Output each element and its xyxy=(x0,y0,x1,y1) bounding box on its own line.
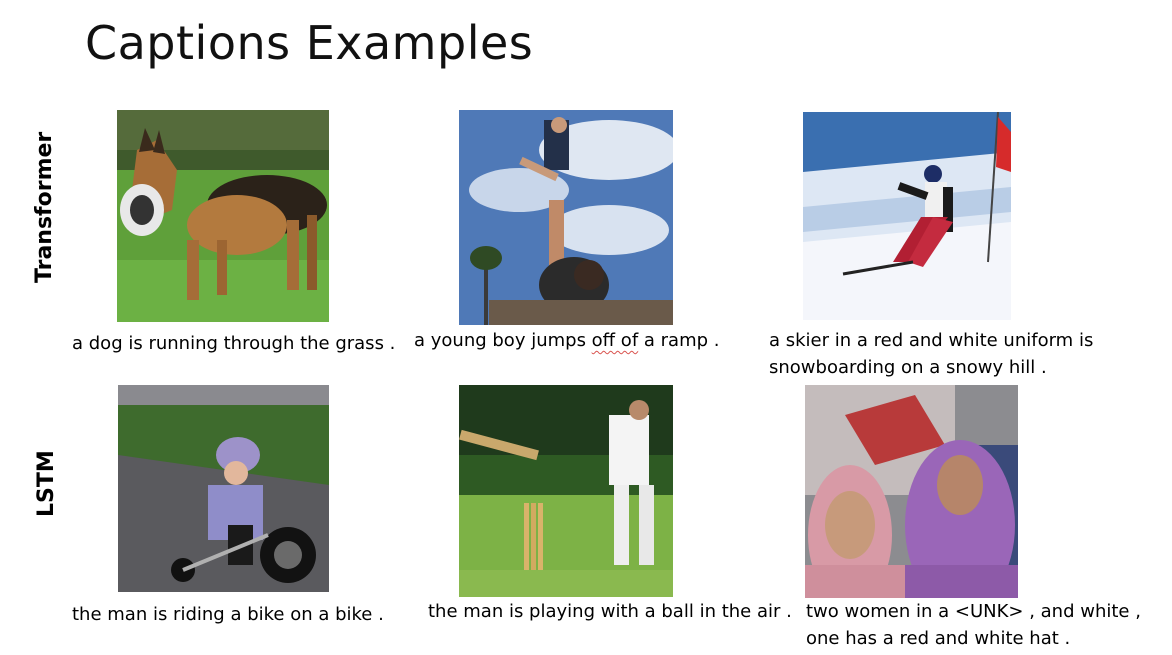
caption-line: two women in a <UNK> , and white , xyxy=(806,601,1141,622)
caption-lstm-bike: the man is riding a bike on a bike . xyxy=(72,604,384,625)
slide-title: Captions Examples xyxy=(85,16,534,70)
skier-photo xyxy=(803,112,1011,320)
caption-lstm-women: two women in a <UNK> , and white , one h… xyxy=(806,598,1141,652)
caption-lstm-cricket: the man is playing with a ball in the ai… xyxy=(428,601,792,622)
row-label-lstm: LSTM xyxy=(34,450,59,517)
caption-transformer-skier: a skier in a red and white uniform is sn… xyxy=(769,327,1093,381)
row-label-transformer: Transformer xyxy=(32,131,57,283)
women-hijab-photo xyxy=(805,385,1018,598)
caption-line: snowboarding on a snowy hill . xyxy=(769,357,1047,378)
caption-transformer-dog: a dog is running through the grass . xyxy=(72,333,396,354)
caption-part: a ramp . xyxy=(638,330,720,351)
boy-thrown-photo xyxy=(459,110,673,325)
caption-line: a skier in a red and white uniform is xyxy=(769,330,1094,351)
caption-transformer-boy: a young boy jumps off of a ramp . xyxy=(414,327,719,354)
dog-photo xyxy=(117,110,329,322)
caption-line: one has a red and white hat . xyxy=(806,628,1071,649)
spellcheck-marked-text: off of xyxy=(591,330,639,351)
cricket-photo xyxy=(459,385,673,597)
child-tricycle-photo xyxy=(118,385,329,592)
caption-part: a young boy jumps xyxy=(414,330,592,351)
